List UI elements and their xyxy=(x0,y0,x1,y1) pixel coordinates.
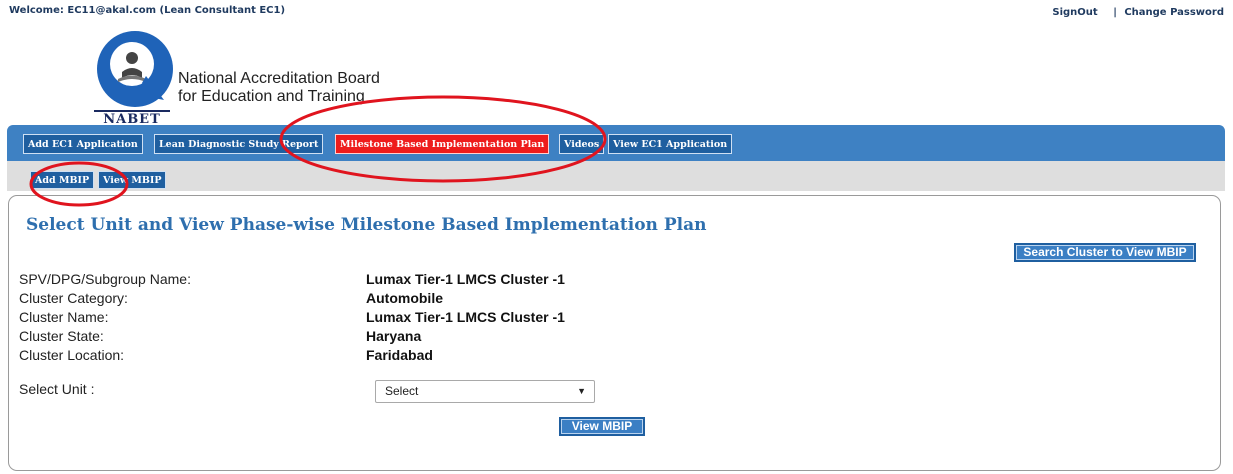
select-unit-value: Select xyxy=(385,384,419,398)
main-panel: Select Unit and View Phase-wise Mileston… xyxy=(8,195,1221,471)
field-label-state: Cluster State: xyxy=(19,328,104,344)
sub-nav-bar: Add MBIP View MBIP xyxy=(7,161,1225,191)
tab-videos[interactable]: Videos xyxy=(559,134,605,154)
subtab-add-mbip[interactable]: Add MBIP xyxy=(30,171,95,189)
tab-lean-diagnostic-study-report[interactable]: Lean Diagnostic Study Report xyxy=(154,134,324,154)
tab-milestone-based-implementation-plan[interactable]: Milestone Based Implementation Plan xyxy=(335,134,550,154)
field-value-cluster-name: Lumax Tier-1 LMCS Cluster -1 xyxy=(366,309,565,325)
view-mbip-button[interactable]: View MBIP xyxy=(559,417,645,436)
link-separator: | xyxy=(1113,7,1117,18)
field-value-category: Automobile xyxy=(366,290,443,306)
field-label-location: Cluster Location: xyxy=(19,347,125,363)
nabet-logo: NABET National Accreditation Board for E… xyxy=(94,28,394,128)
tab-view-ec1-application[interactable]: View EC1 Application xyxy=(608,134,733,154)
field-label-cluster-name: Cluster Name: xyxy=(19,309,109,325)
page-title: Select Unit and View Phase-wise Mileston… xyxy=(26,215,707,235)
welcome-text: Welcome: EC11@akal.com (Lean Consultant … xyxy=(9,5,286,16)
field-label-spv: SPV/DPG/Subgroup Name: xyxy=(19,271,191,287)
field-value-state: Haryana xyxy=(366,328,422,344)
subtab-view-mbip[interactable]: View MBIP xyxy=(98,171,167,189)
signout-link[interactable]: SignOut xyxy=(1052,7,1097,18)
field-value-spv: Lumax Tier-1 LMCS Cluster -1 xyxy=(366,271,565,287)
top-links: SignOut | Change Password xyxy=(1052,7,1224,18)
org-name-line1: National Accreditation Board xyxy=(178,70,380,87)
dropdown-arrow-icon: ▼ xyxy=(577,386,586,396)
search-cluster-button[interactable]: Search Cluster to View MBIP xyxy=(1014,243,1196,262)
field-label-category: Cluster Category: xyxy=(19,290,128,306)
select-unit-label: Select Unit : xyxy=(19,381,95,397)
change-password-link[interactable]: Change Password xyxy=(1124,7,1224,18)
org-name-line2: for Education and Training xyxy=(178,88,365,105)
tab-add-ec1-application[interactable]: Add EC1 Application xyxy=(23,134,143,154)
organization-name: National Accreditation Board for Educati… xyxy=(178,70,380,106)
main-nav-bar: Add EC1 Application Lean Diagnostic Stud… xyxy=(7,125,1225,161)
field-value-location: Faridabad xyxy=(366,347,433,363)
select-unit-dropdown[interactable]: Select ▼ xyxy=(375,380,595,403)
nabet-logo-icon xyxy=(97,31,173,107)
